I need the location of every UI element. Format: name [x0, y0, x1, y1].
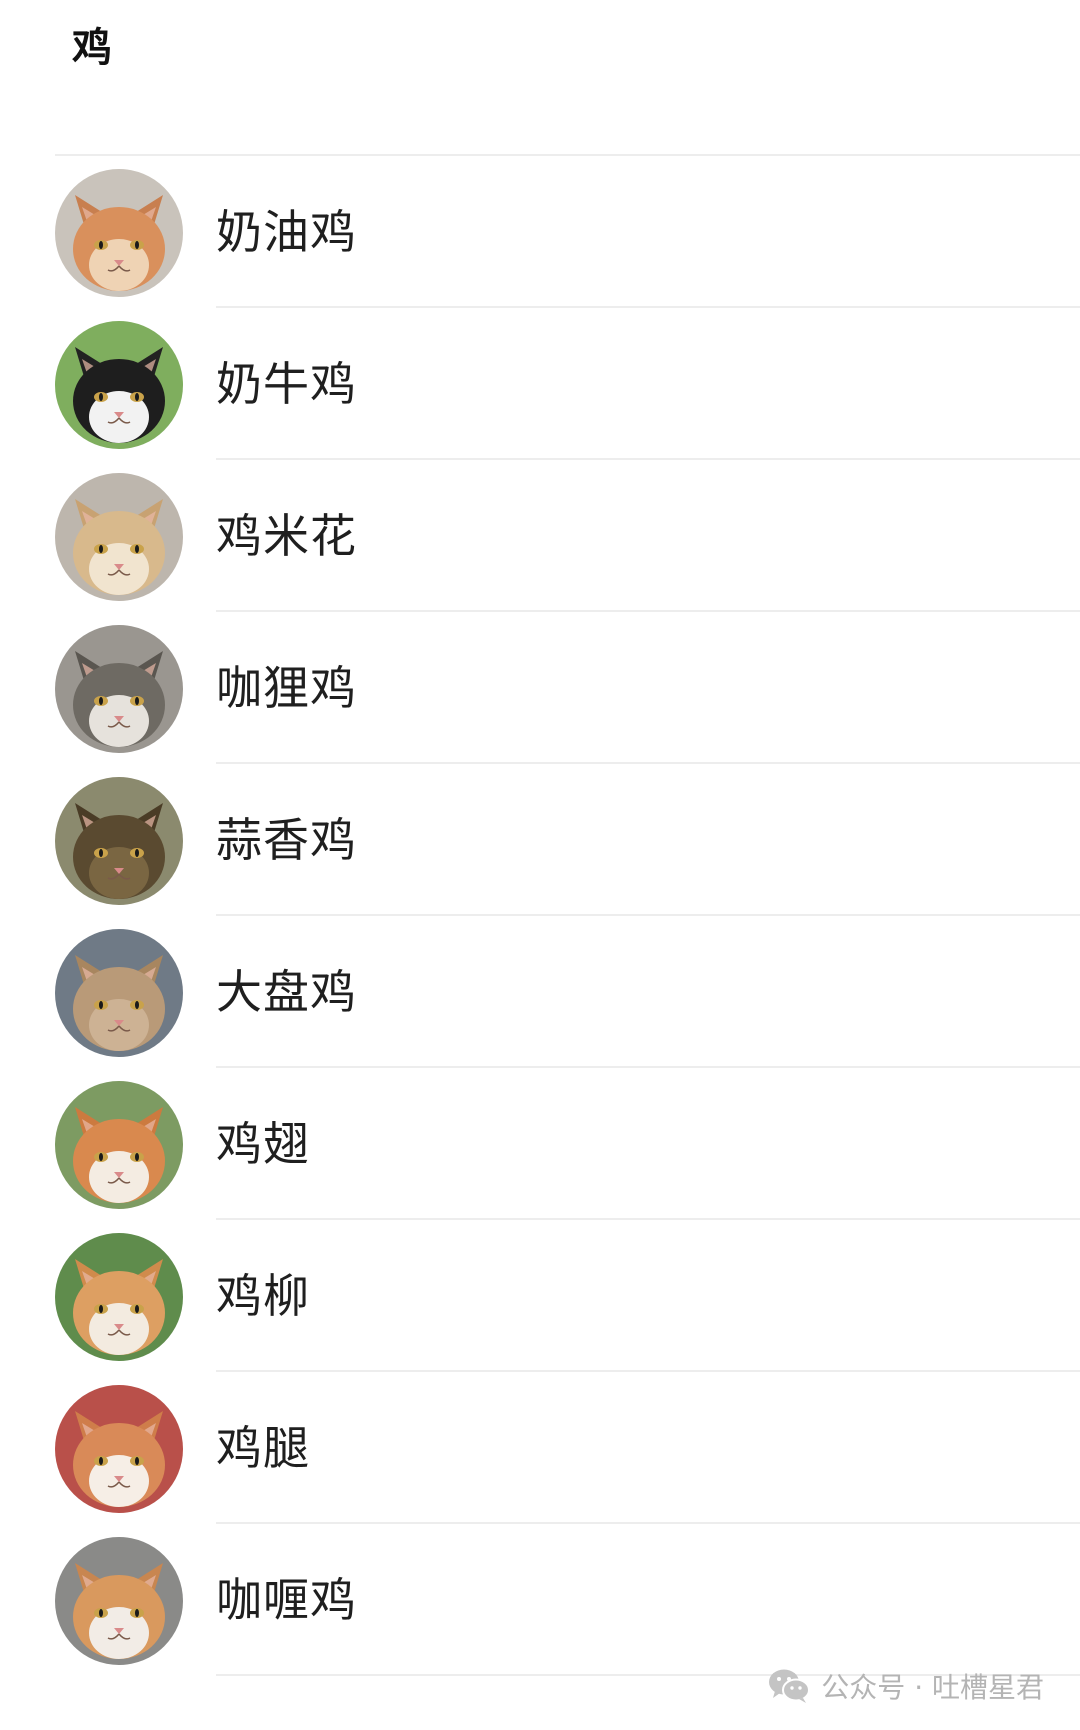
cat-orange-white-avatar-5 — [55, 1537, 183, 1665]
cat-orange-white-avatar-4 — [55, 1385, 183, 1513]
contact-name: 鸡柳 — [216, 1269, 310, 1323]
cat-brown-tabby-avatar — [55, 777, 183, 905]
contact-row[interactable]: 鸡翅 — [0, 1068, 1080, 1220]
watermark: 公众号 · 吐槽星君 — [767, 1664, 1044, 1708]
contact-row[interactable]: 咖喱鸡 — [0, 1524, 1080, 1676]
avatar[interactable] — [55, 625, 183, 753]
contact-row[interactable]: 鸡米花 — [0, 460, 1080, 612]
avatar[interactable] — [55, 169, 183, 297]
avatar[interactable] — [55, 321, 183, 449]
contact-name: 蒜香鸡 — [216, 813, 357, 867]
contact-row[interactable]: 奶牛鸡 — [0, 308, 1080, 460]
contact-name: 咖狸鸡 — [216, 661, 357, 715]
avatar[interactable] — [55, 777, 183, 905]
avatar[interactable] — [55, 1385, 183, 1513]
watermark-text: 公众号 · 吐槽星君 — [821, 1671, 1044, 1704]
avatar[interactable] — [55, 1081, 183, 1209]
contact-name: 鸡翅 — [216, 1117, 310, 1171]
wechat-icon — [769, 1669, 811, 1703]
contact-row[interactable]: 鸡腿 — [0, 1372, 1080, 1524]
contact-row[interactable]: 咖狸鸡 — [0, 612, 1080, 764]
contact-row[interactable]: 蒜香鸡 — [0, 764, 1080, 916]
avatar[interactable] — [55, 929, 183, 1057]
cat-black-white-avatar — [55, 321, 183, 449]
cat-orange-white-avatar-2 — [55, 1081, 183, 1209]
contact-name: 大盘鸡 — [216, 965, 357, 1019]
contact-row[interactable]: 鸡柳 — [0, 1220, 1080, 1372]
page-title: 鸡 — [72, 25, 112, 71]
contact-list: 奶油鸡奶牛鸡鸡米花咖狸鸡蒜香鸡大盘鸡鸡翅鸡柳鸡腿咖喱鸡 — [0, 156, 1080, 1676]
cat-orange-white-avatar-3 — [55, 1233, 183, 1361]
cat-cream-avatar — [55, 473, 183, 601]
contact-name: 咖喱鸡 — [216, 1573, 357, 1627]
cat-grey-tabby-avatar — [55, 625, 183, 753]
header: 鸡 — [0, 0, 1080, 156]
contact-name: 鸡米花 — [216, 509, 357, 563]
contact-row[interactable]: 奶油鸡 — [0, 156, 1080, 308]
contact-name: 奶油鸡 — [216, 205, 357, 259]
cat-orange-white-avatar — [55, 169, 183, 297]
avatar[interactable] — [55, 1233, 183, 1361]
contact-name: 鸡腿 — [216, 1421, 310, 1475]
avatar[interactable] — [55, 473, 183, 601]
cat-fluffy-orange-avatar — [55, 929, 183, 1057]
contact-name: 奶牛鸡 — [216, 357, 357, 411]
avatar[interactable] — [55, 1537, 183, 1665]
contact-row[interactable]: 大盘鸡 — [0, 916, 1080, 1068]
